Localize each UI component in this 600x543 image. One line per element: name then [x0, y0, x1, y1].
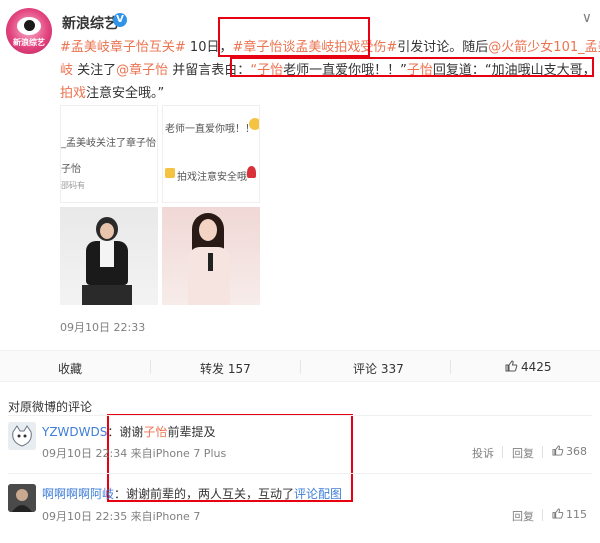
divider	[150, 360, 151, 374]
post-timestamp[interactable]: 09月10日 22:33	[60, 319, 145, 335]
commenter-name[interactable]: YZWDWDS	[42, 425, 107, 439]
avatar-logo-text: 新浪综艺	[13, 38, 45, 47]
comment-colon: ：	[107, 425, 120, 439]
person-collar	[100, 241, 114, 267]
comment-body: 谢谢前辈的，两人互关，互动了	[126, 487, 295, 501]
comment-colon: ：	[114, 487, 127, 501]
hand-emoji-icon	[165, 168, 175, 178]
comment-button[interactable]: 评论 337	[353, 360, 404, 377]
reply-button[interactable]: 回复	[512, 445, 534, 461]
comment-meta: 09月10日 22:34 来自iPhone 7 Plus	[42, 447, 227, 460]
thumbs-up-icon	[552, 508, 564, 519]
thumbs-up-icon	[552, 445, 564, 456]
favorite-button[interactable]: 收藏	[58, 360, 82, 377]
comment-like-button[interactable]: 368	[552, 445, 587, 458]
post-image[interactable]: _孟美岐关注了章子怡 子怡 邵码有	[60, 105, 158, 203]
annotation-box	[230, 57, 594, 77]
image-text: 邵码有	[61, 181, 85, 190]
comment-text: YZWDWDS：谢谢子怡前辈提及	[42, 423, 215, 440]
verified-icon: V	[113, 13, 127, 27]
microphone	[208, 253, 213, 271]
comments-section-title: 对原微博的评论	[8, 400, 93, 414]
comment-text: 啊啊啊啊阿岐：谢谢前辈的，两人互关，互动了评论配图	[42, 485, 342, 502]
rose-emoji-icon	[247, 166, 256, 178]
divider	[542, 509, 543, 521]
post-text: 注意安全哦。”	[86, 86, 165, 101]
divider	[542, 446, 543, 458]
comment-meta: 09月10日 22:35 来自iPhone 7	[42, 510, 201, 523]
author-name[interactable]: 新浪综艺	[62, 13, 118, 33]
person-face	[199, 219, 217, 241]
person-face	[100, 223, 114, 239]
author-avatar[interactable]: 新浪综艺	[6, 8, 52, 54]
thumbs-up-icon	[505, 360, 518, 372]
divider	[300, 360, 301, 374]
divider	[450, 360, 451, 374]
post-image-photo[interactable]	[60, 207, 158, 305]
action-bar: 收藏 转发 157 评论 337 4425	[0, 350, 600, 382]
mention-link[interactable]: 岐	[60, 63, 73, 78]
commenter-name[interactable]: 啊啊啊啊阿岐	[42, 487, 114, 501]
post-text: 关注了	[73, 63, 117, 78]
post-text: 引发讨论。随后	[397, 40, 489, 55]
post-image[interactable]: 老师一直爱你哦！！ 拍戏注意安全哦	[162, 105, 260, 203]
report-button[interactable]: 投诉	[472, 445, 494, 461]
comment-like-button[interactable]: 115	[552, 508, 587, 521]
reply-button[interactable]: 回复	[512, 508, 534, 524]
annotation-box	[218, 17, 370, 57]
post-text-line-3: 拍戏注意安全哦。”	[60, 82, 164, 101]
comment-like-count: 115	[566, 508, 587, 521]
image-text: _孟美岐关注了章子怡	[61, 138, 156, 149]
post-image-photo[interactable]	[162, 207, 260, 305]
photo-avatar-icon	[8, 484, 36, 512]
like-button[interactable]: 4425	[505, 360, 552, 374]
avatar-eye	[17, 17, 41, 35]
mention-link[interactable]: @火箭少女101_孟美	[488, 40, 600, 55]
cat-avatar-icon	[8, 422, 36, 450]
hashtag-link[interactable]: #孟美岐章子怡互关#	[60, 40, 186, 55]
emoji-icon	[249, 118, 259, 130]
repost-button[interactable]: 转发 157	[200, 360, 251, 377]
image-text: 老师一直爱你哦！！	[165, 124, 255, 135]
mention-link[interactable]: @章子怡	[116, 63, 168, 78]
divider	[8, 473, 592, 474]
comment-body: 谢谢	[119, 425, 144, 439]
image-text: 拍戏注意安全哦	[177, 172, 247, 183]
commenter-avatar[interactable]	[8, 484, 36, 512]
comment-like-count: 368	[566, 445, 587, 458]
comment-body: 前辈提及	[167, 425, 216, 439]
image-text: 子怡	[61, 164, 81, 175]
like-count: 4425	[521, 360, 552, 374]
highlight-text: 拍戏	[60, 86, 87, 101]
person-skirt	[82, 285, 132, 305]
divider	[8, 415, 592, 416]
divider	[502, 446, 503, 458]
comment-image-link[interactable]: 评论配图	[294, 487, 342, 501]
more-chevron-icon[interactable]: ∨	[582, 10, 592, 26]
commenter-avatar[interactable]	[8, 422, 36, 450]
highlight-text: 子怡	[143, 425, 168, 439]
